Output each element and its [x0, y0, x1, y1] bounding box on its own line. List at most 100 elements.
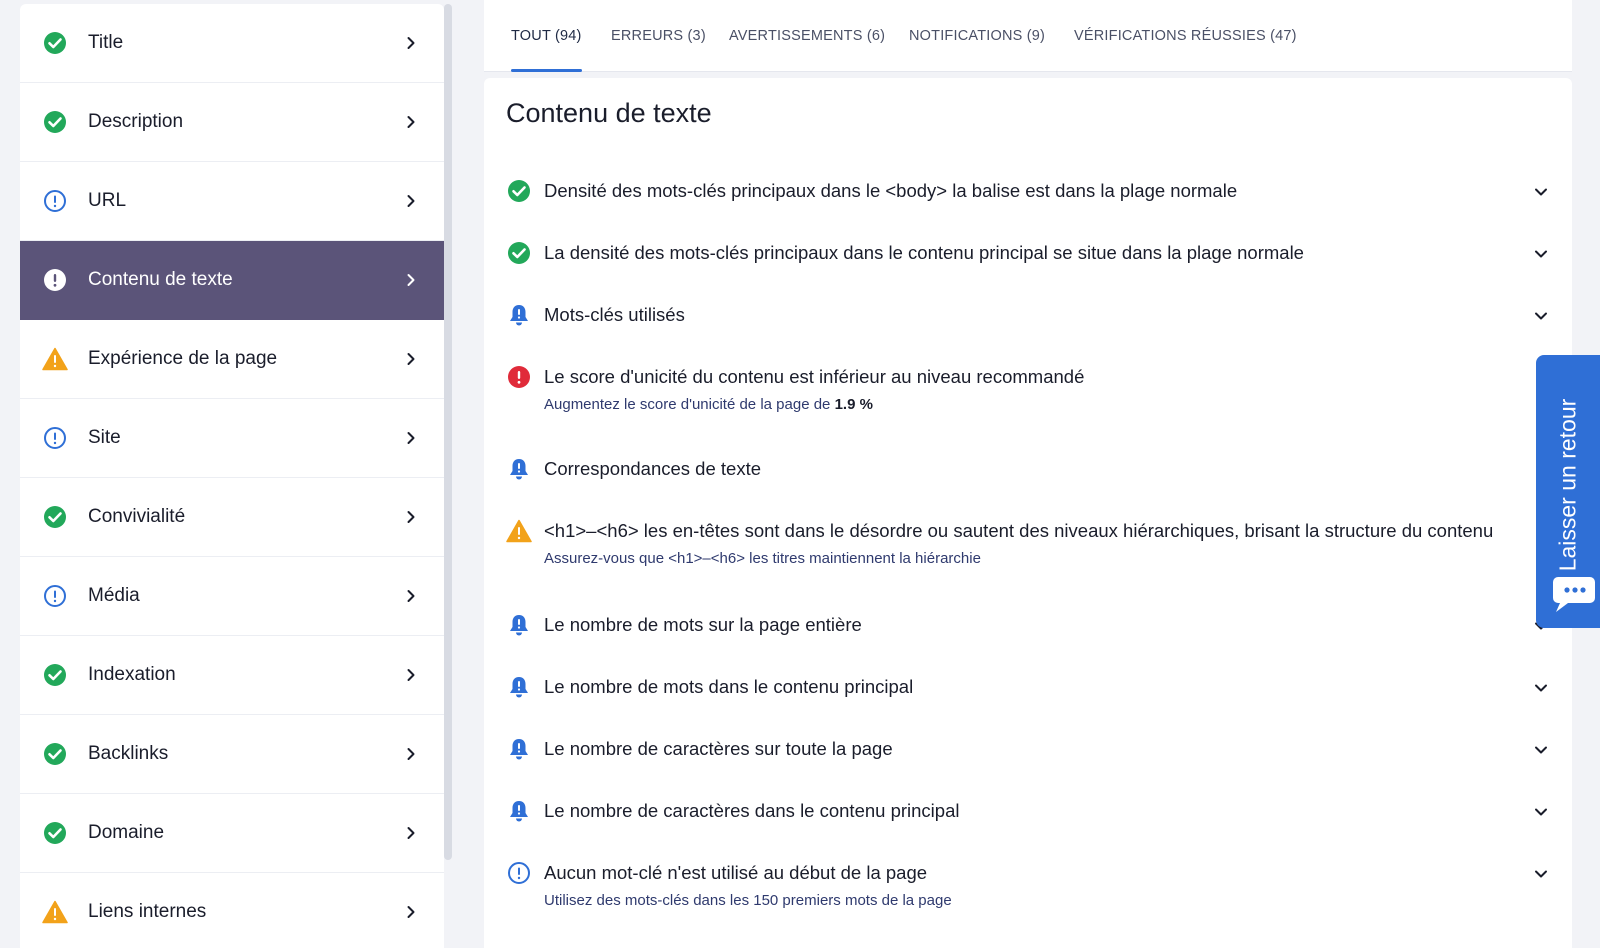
sidebar-item-label: Description: [88, 111, 184, 132]
check-circle-icon: [42, 30, 68, 56]
check-circle-icon: [42, 662, 68, 688]
chevron-down-icon[interactable]: [1534, 184, 1548, 198]
check-row[interactable]: Le nombre de mots sur la page entière: [506, 612, 1548, 640]
check-subtitle: Assurez-vous que <h1>–<h6> les titres ma…: [544, 550, 981, 567]
chevron-right-icon: [404, 905, 418, 919]
check-title: Le nombre de mots dans le contenu princi…: [544, 676, 914, 697]
filter-tabs: TOUT (94) ERREURS (3) AVERTISSEMENTS (6)…: [484, 0, 1572, 72]
check-title: La densité des mots-clés principaux dans…: [544, 242, 1304, 263]
chevron-right-icon: [404, 747, 418, 761]
chevron-right-icon: [404, 826, 418, 840]
sidebar-item-label: Convivialité: [88, 506, 186, 527]
chevron-right-icon: [404, 589, 418, 603]
check-row[interactable]: Le score d'unicité du contenu est inféri…: [506, 364, 1548, 418]
sidebar-item-label: Backlinks: [88, 743, 169, 764]
sidebar-item-backlinks[interactable]: Backlinks: [20, 715, 444, 794]
check-title: Aucun mot-clé n'est utilisé au début de …: [544, 862, 928, 883]
sidebar-item-label: URL: [88, 190, 127, 211]
bell-icon: [506, 674, 532, 700]
bell-icon: [506, 798, 532, 824]
check-row[interactable]: Le nombre de caractères dans le contenu …: [506, 798, 1548, 826]
check-row[interactable]: Aucun mot-clé n'est utilisé au début de …: [506, 860, 1548, 914]
sidebar-item-media[interactable]: Média: [20, 557, 444, 636]
chevron-down-icon[interactable]: [1534, 742, 1548, 756]
check-circle-icon: [506, 178, 532, 204]
check-row[interactable]: Le nombre de caractères sur toute la pag…: [506, 736, 1548, 764]
sidebar-item-indexation[interactable]: Indexation: [20, 636, 444, 715]
sidebar: Title Description URL Contenu de texte E…: [20, 4, 444, 948]
check-row[interactable]: Correspondances de texte: [506, 456, 1548, 484]
check-circle-icon: [506, 240, 532, 266]
tab-tout[interactable]: TOUT (94): [511, 0, 582, 72]
sidebar-item-site[interactable]: Site: [20, 399, 444, 478]
warning-triangle-icon: [42, 346, 68, 372]
sidebar-item-url[interactable]: URL: [20, 162, 444, 241]
check-subtitle-value: 1.9 %: [834, 396, 873, 413]
chevron-right-icon: [404, 431, 418, 445]
check-title: Le nombre de mots sur la page entière: [544, 614, 862, 635]
sidebar-item-label: Domaine: [88, 822, 165, 843]
sidebar-item-liens-internes[interactable]: Liens internes: [20, 873, 444, 948]
info-circle-icon: [42, 583, 68, 609]
warning-triangle-icon: [506, 518, 532, 544]
sidebar-item-description[interactable]: Description: [20, 83, 444, 162]
check-row[interactable]: Mots-clés utilisés: [506, 302, 1548, 330]
sidebar-item-label: Site: [88, 427, 121, 448]
warning-triangle-icon: [42, 899, 68, 925]
chevron-right-icon: [404, 273, 418, 287]
chevron-right-icon: [404, 352, 418, 366]
chevron-right-icon: [404, 36, 418, 50]
sidebar-item-title[interactable]: Title: [20, 4, 444, 83]
exclamation-circle-icon: [42, 267, 68, 293]
check-title: <h1>–<h6> les en-têtes sont dans le déso…: [544, 520, 1494, 541]
chevron-down-icon[interactable]: [1534, 308, 1548, 322]
check-title: Densité des mots-clés principaux dans le…: [544, 180, 1238, 201]
bell-icon: [506, 302, 532, 328]
sidebar-item-convivialite[interactable]: Convivialité: [20, 478, 444, 557]
bell-icon: [506, 612, 532, 638]
chevron-right-icon: [404, 668, 418, 682]
check-circle-icon: [42, 741, 68, 767]
chevron-down-icon[interactable]: [1534, 246, 1548, 260]
feedback-button[interactable]: Laisser un retour: [1536, 355, 1600, 628]
sidebar-item-label: Expérience de la page: [88, 348, 278, 369]
check-row[interactable]: Densité des mots-clés principaux dans le…: [506, 178, 1548, 206]
check-circle-icon: [42, 109, 68, 135]
sidebar-item-label: Liens internes: [88, 901, 207, 922]
bell-icon: [506, 736, 532, 762]
check-title: Correspondances de texte: [544, 458, 761, 479]
chevron-down-icon[interactable]: [1534, 804, 1548, 818]
check-title: Mots-clés utilisés: [544, 304, 685, 325]
check-circle-icon: [42, 504, 68, 530]
check-row[interactable]: <h1>–<h6> les en-têtes sont dans le déso…: [506, 518, 1548, 572]
tab-verifications-reussies[interactable]: VÉRIFICATIONS RÉUSSIES (47): [1074, 0, 1297, 72]
check-title: Le score d'unicité du contenu est inféri…: [544, 366, 1085, 387]
chevron-right-icon: [404, 115, 418, 129]
tab-erreurs[interactable]: ERREURS (3): [611, 0, 706, 72]
chevron-right-icon: [404, 510, 418, 524]
check-row[interactable]: Le nombre de mots dans le contenu princi…: [506, 674, 1548, 702]
chevron-down-icon[interactable]: [1534, 680, 1548, 694]
chat-bubble-icon: [1553, 577, 1595, 612]
chevron-down-icon[interactable]: [1534, 866, 1548, 880]
check-title: Le nombre de caractères dans le contenu …: [544, 800, 960, 821]
chevron-right-icon: [404, 194, 418, 208]
feedback-label: Laisser un retour: [1554, 398, 1581, 572]
checks-panel: Contenu de texte Densité des mots-clés p…: [484, 78, 1572, 948]
sidebar-item-label: Indexation: [88, 664, 176, 685]
info-circle-icon: [506, 860, 532, 886]
check-subtitle-text: Augmentez le score d'unicité de la page …: [544, 396, 831, 413]
check-subtitle: Augmentez le score d'unicité de la page …: [544, 396, 873, 413]
check-row[interactable]: La densité des mots-clés principaux dans…: [506, 240, 1548, 268]
error-circle-icon: [506, 364, 532, 390]
sidebar-scrollbar[interactable]: [444, 4, 452, 860]
tab-avertissements[interactable]: AVERTISSEMENTS (6): [729, 0, 885, 72]
sidebar-item-contenu-de-texte[interactable]: Contenu de texte: [20, 241, 444, 320]
check-title: Le nombre de caractères sur toute la pag…: [544, 738, 893, 759]
sidebar-item-domaine[interactable]: Domaine: [20, 794, 444, 873]
info-circle-icon: [42, 425, 68, 451]
tab-notifications[interactable]: NOTIFICATIONS (9): [909, 0, 1045, 72]
sidebar-item-experience-de-la-page[interactable]: Expérience de la page: [20, 320, 444, 399]
check-subtitle: Utilisez des mots-clés dans les 150 prem…: [544, 892, 952, 909]
bell-icon: [506, 456, 532, 482]
